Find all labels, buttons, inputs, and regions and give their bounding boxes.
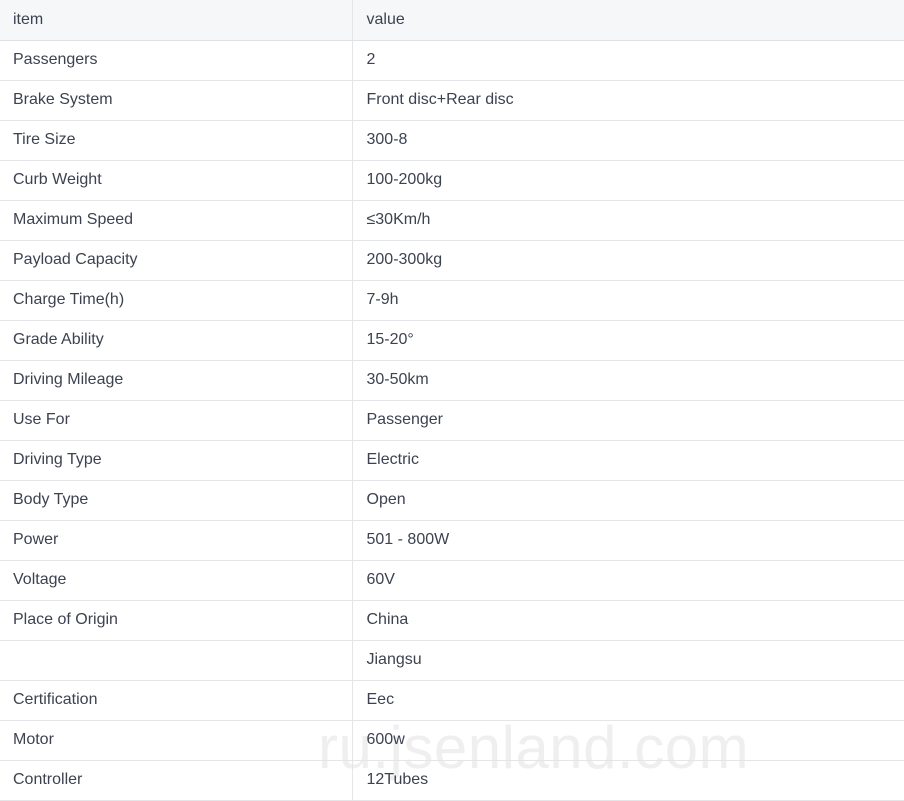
- spec-value-cell: 2: [352, 40, 904, 81]
- spec-item-cell: Power: [0, 520, 353, 561]
- column-header-item: item: [0, 0, 353, 41]
- spec-item-cell: Brake System: [0, 80, 353, 121]
- table-row: Body Type Open: [0, 480, 904, 521]
- spec-item-cell: Driving Mileage: [0, 360, 353, 401]
- spec-value-cell: 100-200kg: [352, 160, 904, 201]
- spec-value-cell: Front disc+Rear disc: [352, 80, 904, 121]
- spec-item-cell: [0, 640, 353, 681]
- spec-item-cell: Body Type: [0, 480, 353, 521]
- table-row: Tire Size 300-8: [0, 120, 904, 161]
- spec-item-cell: Tire Size: [0, 120, 353, 161]
- spec-value-cell: 15-20°: [352, 320, 904, 361]
- spec-value-cell: Open: [352, 480, 904, 521]
- table-row: Charge Time(h) 7-9h: [0, 280, 904, 321]
- table-row: Jiangsu: [0, 640, 904, 681]
- table-row: Motor 600w: [0, 720, 904, 761]
- spec-item-cell: Controller: [0, 760, 353, 801]
- spec-item-cell: Payload Capacity: [0, 240, 353, 281]
- spec-item-cell: Charge Time(h): [0, 280, 353, 321]
- spec-value-cell: 12Tubes: [352, 760, 904, 801]
- table-row: Power 501 - 800W: [0, 520, 904, 561]
- spec-item-cell: Place of Origin: [0, 600, 353, 641]
- table-row: Place of Origin China: [0, 600, 904, 641]
- table-row: Use For Passenger: [0, 400, 904, 441]
- spec-value-cell: 600w: [352, 720, 904, 761]
- spec-value-cell: Passenger: [352, 400, 904, 441]
- spec-value-cell: 501 - 800W: [352, 520, 904, 561]
- table-row: Maximum Speed ≤30Km/h: [0, 200, 904, 241]
- spec-item-cell: Driving Type: [0, 440, 353, 481]
- spec-value-cell: 60V: [352, 560, 904, 601]
- spec-value-cell: ≤30Km/h: [352, 200, 904, 241]
- spec-value-cell: China: [352, 600, 904, 641]
- spec-item-cell: Grade Ability: [0, 320, 353, 361]
- table-row: Voltage 60V: [0, 560, 904, 601]
- column-header-value: value: [352, 0, 904, 41]
- spec-item-cell: Motor: [0, 720, 353, 761]
- spec-item-cell: Voltage: [0, 560, 353, 601]
- spec-item-cell: Certification: [0, 680, 353, 721]
- table-body: Passengers 2 Brake System Front disc+Rear d…: [0, 40, 904, 801]
- table-row: Grade Ability 15-20°: [0, 320, 904, 361]
- spec-value-cell: Eec: [352, 680, 904, 721]
- product-specification-table: item value Passengers 2 Brake System Front …: [0, 0, 904, 801]
- table-row: Controller 12Tubes: [0, 760, 904, 801]
- spec-value-cell: 300-8: [352, 120, 904, 161]
- spec-value-cell: Jiangsu: [352, 640, 904, 681]
- table-header: item value: [0, 0, 904, 41]
- table-row: Certification Eec: [0, 680, 904, 721]
- spec-item-cell: Use For: [0, 400, 353, 441]
- spec-value-cell: 200-300kg: [352, 240, 904, 281]
- table-row: Driving Mileage 30-50km: [0, 360, 904, 401]
- table-row: Driving Type Electric: [0, 440, 904, 481]
- spec-item-cell: Curb Weight: [0, 160, 353, 201]
- spec-value-cell: Electric: [352, 440, 904, 481]
- spec-item-cell: Maximum Speed: [0, 200, 353, 241]
- table-row: Brake System Front disc+Rear disc: [0, 80, 904, 121]
- specification-table-container: ru.jsenland.com item value Passengers 2 Br…: [0, 0, 904, 801]
- table-row: Curb Weight 100-200kg: [0, 160, 904, 201]
- spec-item-cell: Passengers: [0, 40, 353, 81]
- table-row: Passengers 2: [0, 40, 904, 81]
- table-header-row: item value: [0, 0, 904, 41]
- spec-value-cell: 7-9h: [352, 280, 904, 321]
- spec-value-cell: 30-50km: [352, 360, 904, 401]
- table-row: Payload Capacity 200-300kg: [0, 240, 904, 281]
